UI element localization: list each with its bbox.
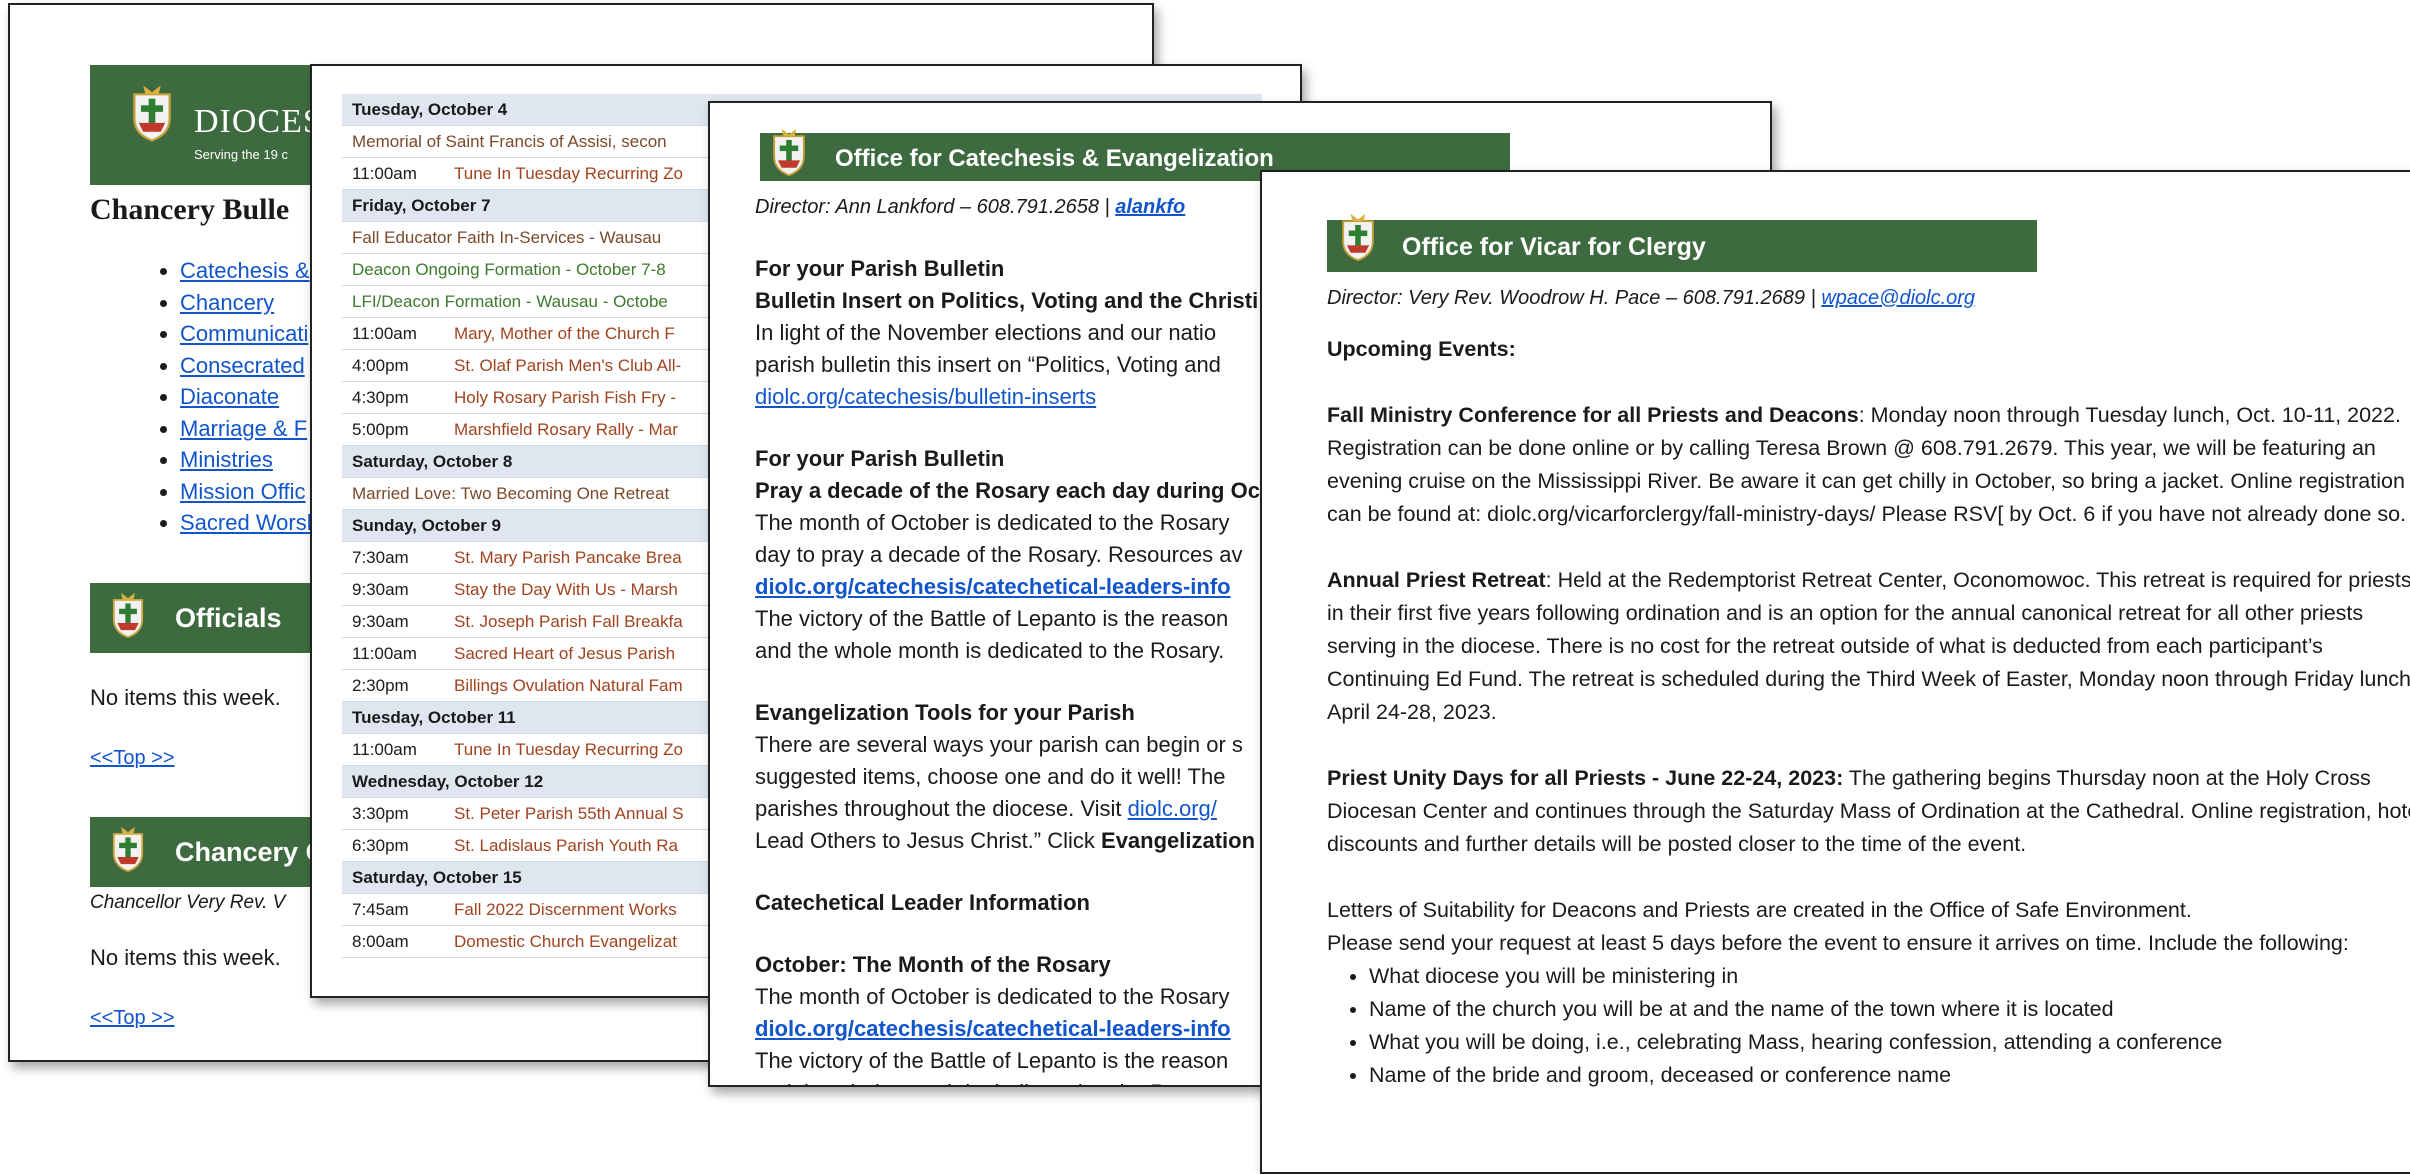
event-time: 4:30pm xyxy=(342,381,444,414)
evangelization-bold: Evangelization xyxy=(1101,828,1256,853)
department-item[interactable]: Ministries xyxy=(180,444,319,476)
department-item[interactable]: Marriage & F xyxy=(180,413,319,445)
office-title: Office for Catechesis & Evangelization xyxy=(835,145,1274,172)
director-email-link[interactable]: alankfo xyxy=(1115,196,1185,218)
diocese-crest-icon xyxy=(110,591,146,639)
upcoming-events-heading: Upcoming Events: xyxy=(1327,337,1516,361)
department-list: Catechesis & Chancery Communicati Consec… xyxy=(105,255,319,539)
body-text: parishes throughout the diocese. Visit xyxy=(755,796,1128,821)
section-title: Officials xyxy=(175,603,282,633)
requirements-list: What diocese you will be ministering in … xyxy=(1327,960,2410,1092)
department-item[interactable]: Consecrated xyxy=(180,350,319,382)
department-link[interactable]: Catechesis & xyxy=(180,258,310,283)
body-text: Lead Others to Jesus Christ.” Click xyxy=(755,828,1102,853)
department-link[interactable]: Mission Offic xyxy=(180,479,306,504)
list-item: Name of the bride and groom, deceased or… xyxy=(1369,1059,2410,1092)
event-time: 6:30pm xyxy=(342,829,444,862)
fall-conference-paragraph: Fall Ministry Conference for all Priests… xyxy=(1327,399,2410,531)
chancellor-line: Chancellor Very Rev. V xyxy=(90,892,286,913)
department-item[interactable]: Sacred Worsh xyxy=(180,507,319,539)
department-link[interactable]: Sacred Worsh xyxy=(180,510,319,535)
office-title: Office for Vicar for Clergy xyxy=(1402,233,1706,261)
department-link[interactable]: Ministries xyxy=(180,447,273,472)
letters-text: Letters of Suitability for Deacons and P… xyxy=(1327,898,2192,922)
event-time: 11:00am xyxy=(342,637,444,670)
event-time: 7:30am xyxy=(342,541,444,574)
event-time: 11:00am xyxy=(342,317,444,350)
event-time: 2:30pm xyxy=(342,669,444,702)
chancery-text: No items this week. xyxy=(90,945,281,970)
diocese-crest-icon xyxy=(130,83,174,143)
diocese-crest-icon xyxy=(1339,212,1377,262)
event-time: 8:00am xyxy=(342,925,444,958)
catechetical-leaders-link[interactable]: diolc.org/catechesis/catechetical-leader… xyxy=(755,574,1231,599)
list-item: What diocese you will be ministering in xyxy=(1369,960,2410,993)
department-link[interactable]: Communicati xyxy=(180,321,308,346)
officials-text: No items this week. xyxy=(90,685,281,710)
event-time: 4:00pm xyxy=(342,349,444,382)
event-title: Fall Ministry Conference for all Priests… xyxy=(1327,403,1859,427)
event-time: 11:00am xyxy=(342,733,444,766)
diocese-name: DIOCES xyxy=(194,103,323,140)
event-time: 7:45am xyxy=(342,893,444,926)
director-email-link[interactable]: wpace@diolc.org xyxy=(1821,287,1975,309)
director-line: Director: Very Rev. Woodrow H. Pace – 60… xyxy=(1327,282,2410,315)
event-time: 9:30am xyxy=(342,605,444,638)
department-item[interactable]: Chancery xyxy=(180,287,319,319)
list-item: What you will be doing, i.e., celebratin… xyxy=(1369,1026,2410,1059)
catechetical-leaders-link[interactable]: diolc.org/catechesis/catechetical-leader… xyxy=(755,1016,1231,1041)
department-link[interactable]: Diaconate xyxy=(180,384,279,409)
top-link[interactable]: <<Top >> xyxy=(90,747,175,770)
vicar-header: Office for Vicar for Clergy xyxy=(1327,213,2037,272)
top-link[interactable]: <<Top >> xyxy=(90,1007,175,1030)
department-link[interactable]: Chancery xyxy=(180,290,274,315)
event-time: 9:30am xyxy=(342,573,444,606)
unity-days-paragraph: Priest Unity Days for all Priests - June… xyxy=(1327,762,2410,861)
vicar-content: Director: Very Rev. Woodrow H. Pace – 60… xyxy=(1327,282,2410,1092)
bulletin-title: Chancery Bulle xyxy=(90,193,290,226)
department-item[interactable]: Communicati xyxy=(180,318,319,350)
event-title: Annual Priest Retreat xyxy=(1327,568,1546,592)
department-item[interactable]: Diaconate xyxy=(180,381,319,413)
retreat-paragraph: Annual Priest Retreat: Held at the Redem… xyxy=(1327,564,2410,729)
section-title: Chancery O xyxy=(175,837,327,867)
department-link[interactable]: Marriage & F xyxy=(180,416,307,441)
bulletin-inserts-link[interactable]: diolc.org/catechesis/bulletin-inserts xyxy=(755,384,1096,409)
letters-text: Please send your request at least 5 days… xyxy=(1327,931,2349,955)
event-time: 3:30pm xyxy=(342,797,444,830)
evangelization-link[interactable]: diolc.org/ xyxy=(1128,796,1217,821)
vicar-for-clergy-page: Office for Vicar for Clergy Director: Ve… xyxy=(1260,170,2410,1174)
department-item[interactable]: Mission Offic xyxy=(180,476,319,508)
director-text: Director: Ann Lankford – 608.791.2658 | xyxy=(755,196,1116,218)
department-link[interactable]: Consecrated xyxy=(180,353,305,378)
director-text: Director: Very Rev. Woodrow H. Pace – 60… xyxy=(1327,287,1822,309)
list-item: Name of the church you will be at and th… xyxy=(1369,993,2410,1026)
diocese-crest-icon xyxy=(110,825,146,873)
event-time: 11:00am xyxy=(342,157,444,190)
event-title: Priest Unity Days for all Priests - June… xyxy=(1327,766,1844,790)
diocese-crest-icon xyxy=(770,127,808,177)
event-time: 5:00pm xyxy=(342,413,444,446)
department-item[interactable]: Catechesis & xyxy=(180,255,319,287)
diocese-tagline: Serving the 19 c xyxy=(194,147,288,162)
